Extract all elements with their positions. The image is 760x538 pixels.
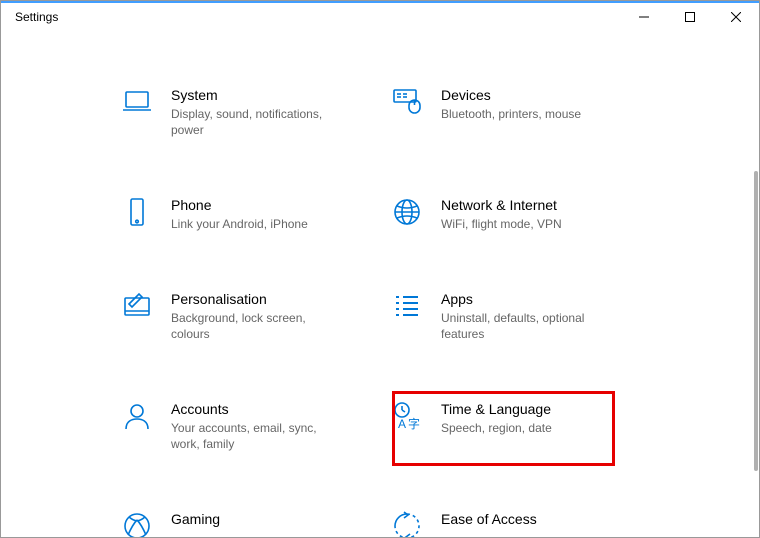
category-network[interactable]: Network & Internet WiFi, flight mode, VP…: [391, 196, 651, 232]
category-title: Gaming: [171, 510, 220, 528]
category-system[interactable]: System Display, sound, notifications, po…: [121, 86, 381, 138]
categories-grid: System Display, sound, notifications, po…: [121, 86, 751, 537]
category-title: System: [171, 86, 341, 104]
scrollbar-thumb[interactable]: [754, 171, 758, 471]
category-title: Accounts: [171, 400, 341, 418]
laptop-icon: [121, 86, 153, 118]
category-title: Apps: [441, 290, 611, 308]
category-desc: Bluetooth, printers, mouse: [441, 106, 581, 122]
category-desc: WiFi, flight mode, VPN: [441, 216, 562, 232]
category-title: Phone: [171, 196, 308, 214]
category-title: Network & Internet: [441, 196, 562, 214]
category-phone[interactable]: Phone Link your Android, iPhone: [121, 196, 381, 232]
settings-home: System Display, sound, notifications, po…: [1, 31, 751, 537]
svg-text:A: A: [398, 417, 406, 431]
paintbrush-icon: [121, 290, 153, 322]
category-desc: Your accounts, email, sync, work, family: [171, 420, 341, 452]
category-title: Devices: [441, 86, 581, 104]
scrollbar[interactable]: [752, 31, 759, 537]
category-title: Time & Language: [441, 400, 552, 418]
category-ease-of-access[interactable]: Ease of Access: [391, 510, 651, 537]
category-desc: Speech, region, date: [441, 420, 552, 436]
minimize-button[interactable]: [621, 3, 667, 31]
category-time-language[interactable]: A 字 Time & Language Speech, region, date: [391, 400, 651, 452]
window-title: Settings: [11, 10, 58, 24]
xbox-icon: [121, 510, 153, 537]
category-devices[interactable]: Devices Bluetooth, printers, mouse: [391, 86, 651, 138]
category-desc: Display, sound, notifications, power: [171, 106, 341, 138]
time-language-icon: A 字: [391, 400, 423, 432]
devices-icon: [391, 86, 423, 118]
category-desc: Background, lock screen, colours: [171, 310, 341, 342]
svg-text:字: 字: [408, 416, 420, 431]
category-personalisation[interactable]: Personalisation Background, lock screen,…: [121, 290, 381, 342]
category-apps[interactable]: Apps Uninstall, defaults, optional featu…: [391, 290, 651, 342]
phone-icon: [121, 196, 153, 228]
maximize-button[interactable]: [667, 3, 713, 31]
category-desc: Link your Android, iPhone: [171, 216, 308, 232]
globe-icon: [391, 196, 423, 228]
titlebar: Settings: [1, 1, 759, 31]
category-title: Ease of Access: [441, 510, 537, 528]
ease-of-access-icon: [391, 510, 423, 537]
window-controls: [621, 3, 759, 31]
close-button[interactable]: [713, 3, 759, 31]
person-icon: [121, 400, 153, 432]
category-title: Personalisation: [171, 290, 341, 308]
apps-list-icon: [391, 290, 423, 322]
category-desc: Uninstall, defaults, optional features: [441, 310, 611, 342]
category-accounts[interactable]: Accounts Your accounts, email, sync, wor…: [121, 400, 381, 452]
category-gaming[interactable]: Gaming: [121, 510, 381, 537]
